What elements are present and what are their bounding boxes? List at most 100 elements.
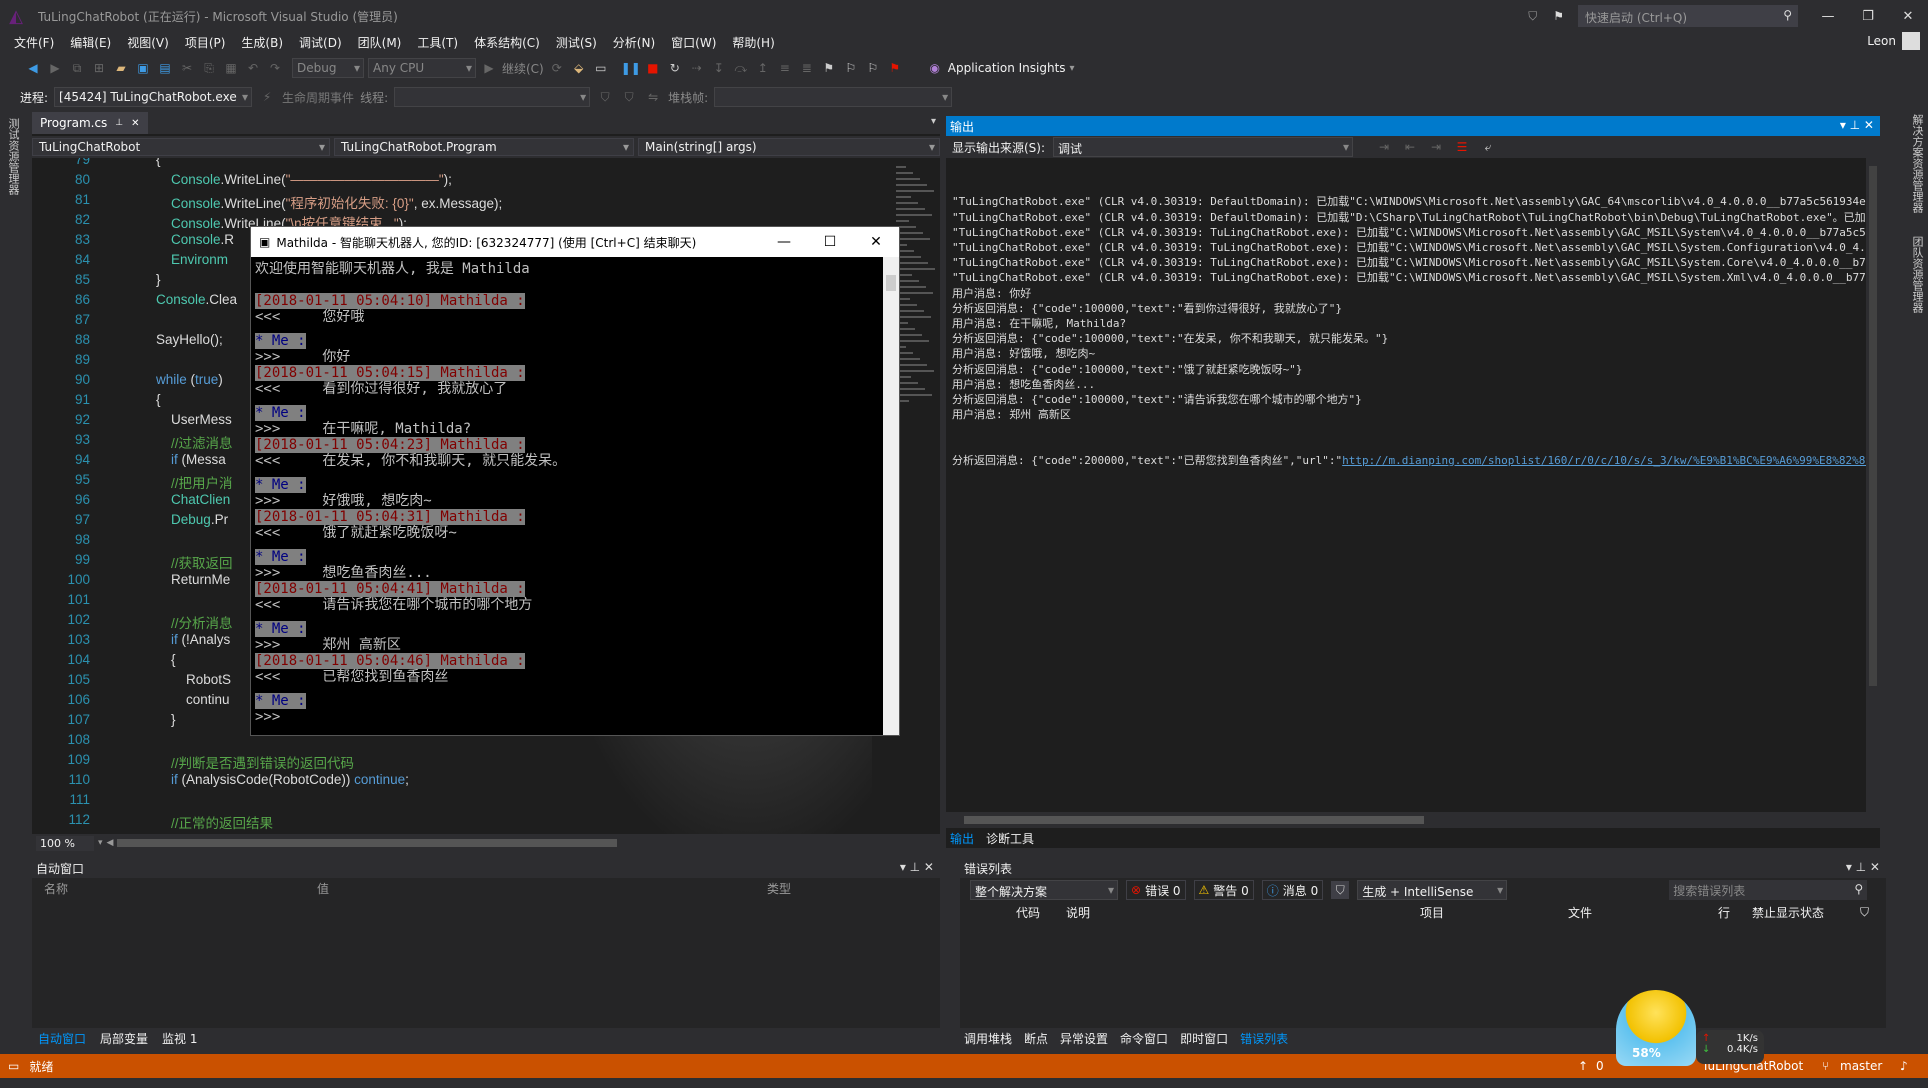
- project-nav-select[interactable]: TuLingChatRobot: [32, 138, 330, 156]
- tab-output[interactable]: 输出: [950, 830, 974, 847]
- undo-icon[interactable]: ↶: [244, 59, 262, 77]
- code-line[interactable]: Console.R: [156, 232, 234, 247]
- column-project[interactable]: 项目: [1420, 904, 1568, 921]
- tab-breakpoints[interactable]: 断点: [1024, 1030, 1048, 1047]
- solution-explorer-tab[interactable]: 解决方案资源管理器: [1909, 114, 1925, 213]
- pin-icon[interactable]: ⊥: [115, 118, 123, 128]
- output-text[interactable]: "TuLingChatRobot.exe" (CLR v4.0.30319: D…: [952, 164, 1867, 804]
- panel-controls[interactable]: ▾ ⊥ ✕: [1846, 860, 1880, 874]
- console-maximize-button[interactable]: ☐: [807, 227, 853, 257]
- pause-icon[interactable]: ❚❚: [621, 59, 641, 77]
- code-line[interactable]: continu: [156, 692, 230, 707]
- menu-tools[interactable]: 工具(T): [409, 34, 466, 51]
- application-insights-button[interactable]: Application Insights: [948, 61, 1066, 75]
- console-close-button[interactable]: ✕: [853, 227, 899, 257]
- code-line[interactable]: Console.WriteLine("程序初始化失败: {0}", ex.Mes…: [156, 192, 502, 212]
- code-line[interactable]: Environm: [156, 252, 228, 267]
- tab-error-list[interactable]: 错误列表: [1240, 1030, 1288, 1047]
- restart-icon[interactable]: ↻: [666, 59, 684, 77]
- column-value[interactable]: 值: [317, 880, 767, 897]
- team-explorer-tab[interactable]: 团队资源管理器: [1909, 236, 1925, 313]
- column-file[interactable]: 文件: [1568, 904, 1718, 921]
- save-all-icon[interactable]: ▤: [156, 59, 174, 77]
- continue-button[interactable]: 继续(C): [502, 60, 544, 77]
- step-into-icon[interactable]: ↧: [710, 59, 728, 77]
- scroll-left-icon[interactable]: ◀: [107, 838, 114, 848]
- error-list-header[interactable]: 错误列表 ▾ ⊥ ✕: [960, 858, 1886, 878]
- next-message-icon[interactable]: ⇥: [1427, 138, 1445, 156]
- code-line[interactable]: //判断是否遇到错误的返回代码: [156, 752, 354, 772]
- output-url-link[interactable]: http://m.dianping.com/shoplist/160/r/0/c…: [1342, 454, 1867, 467]
- class-nav-select[interactable]: TuLingChatRobot.Program: [334, 138, 634, 156]
- clear-all-icon[interactable]: ☰: [1453, 138, 1471, 156]
- branch-name[interactable]: master: [1840, 1059, 1882, 1073]
- code-line[interactable]: //把用户消: [156, 472, 233, 492]
- switch-icon[interactable]: ⇋: [644, 88, 662, 106]
- column-suppression[interactable]: 禁止显示状态: [1752, 904, 1852, 921]
- column-line[interactable]: 行: [1718, 904, 1752, 921]
- branch-icon[interactable]: ⑂: [1822, 1059, 1829, 1073]
- stop-icon[interactable]: ■: [644, 59, 662, 77]
- step-out-icon[interactable]: ↥: [754, 59, 772, 77]
- member-nav-select[interactable]: Main(string[] args): [638, 138, 940, 156]
- code-line[interactable]: //过滤消息: [156, 432, 233, 452]
- chevron-down-icon[interactable]: ▾: [98, 838, 103, 848]
- tab-program-cs[interactable]: Program.cs ⊥ ✕: [32, 112, 148, 134]
- bookmark-next-icon[interactable]: ⚐: [864, 59, 882, 77]
- editor-horizontal-scrollbar[interactable]: 100 % ▾ ◀: [32, 834, 940, 852]
- menu-architecture[interactable]: 体系结构(C): [466, 34, 548, 51]
- platform-select[interactable]: Any CPU: [368, 58, 476, 78]
- menu-debug[interactable]: 调试(D): [291, 34, 350, 51]
- forward-icon[interactable]: ▶: [46, 59, 64, 77]
- code-line[interactable]: //分析消息: [156, 612, 233, 632]
- solution-icon[interactable]: ⧉: [68, 59, 86, 77]
- code-line[interactable]: Debug.Pr: [156, 512, 228, 527]
- new-item-icon[interactable]: ⊞: [90, 59, 108, 77]
- tab-immediate-window[interactable]: 即时窗口: [1180, 1030, 1228, 1047]
- console-minimize-button[interactable]: —: [761, 227, 807, 257]
- code-line[interactable]: //获取返回: [156, 552, 233, 572]
- menu-team[interactable]: 团队(M): [350, 34, 410, 51]
- tab-watch-1[interactable]: 监视 1: [162, 1030, 197, 1047]
- menu-window[interactable]: 窗口(W): [663, 34, 724, 51]
- publish-icon[interactable]: ↑: [1578, 1059, 1588, 1073]
- user-name[interactable]: Leon: [1867, 34, 1896, 48]
- tab-diagnostic-tools[interactable]: 诊断工具: [986, 830, 1034, 847]
- tab-locals[interactable]: 局部变量: [100, 1030, 148, 1047]
- test-explorer-tab[interactable]: 测试资源管理器: [5, 118, 21, 195]
- lifecycle-events-button[interactable]: 生命周期事件: [282, 89, 354, 106]
- save-icon[interactable]: ▣: [134, 59, 152, 77]
- comment-icon[interactable]: ≡: [776, 59, 794, 77]
- code-line[interactable]: //正常的返回结果: [156, 812, 273, 832]
- filter-icon[interactable]: ⛉: [1528, 9, 1537, 24]
- panel-controls[interactable]: ▾ ⊥ ✕: [900, 860, 934, 874]
- column-code[interactable]: 代码: [1016, 904, 1066, 921]
- code-line[interactable]: UserMess: [156, 412, 232, 427]
- menu-analyze[interactable]: 分析(N): [605, 34, 663, 51]
- menu-build[interactable]: 生成(B): [233, 34, 291, 51]
- close-icon[interactable]: ✕: [131, 118, 139, 129]
- column-description[interactable]: 说明: [1066, 904, 1420, 921]
- filter-icon[interactable]: ⛉: [1860, 905, 1869, 920]
- redo-icon[interactable]: ↷: [266, 59, 284, 77]
- open-icon[interactable]: ▰: [112, 59, 130, 77]
- messages-filter-button[interactable]: ⓘ 消息 0: [1261, 880, 1324, 900]
- output-horizontal-scrollbar[interactable]: [946, 812, 1880, 828]
- code-line[interactable]: Console.Clea: [156, 292, 237, 307]
- network-monitor-gadget[interactable]: 58% ↑ 1K/s ↓ 0.4K/s: [1616, 990, 1766, 1070]
- bookmark-icon[interactable]: ⚑: [820, 59, 838, 77]
- console-title-bar[interactable]: ▣ Mathilda - 智能聊天机器人, 您的ID: [632324777] …: [251, 227, 899, 257]
- refresh-icon[interactable]: ⟳: [548, 59, 566, 77]
- filter-icon[interactable]: ⛉: [1331, 881, 1350, 899]
- console-window[interactable]: ▣ Mathilda - 智能聊天机器人, 您的ID: [632324777] …: [250, 226, 900, 736]
- continue-icon[interactable]: ▶: [480, 59, 498, 77]
- menu-view[interactable]: 视图(V): [119, 34, 177, 51]
- code-line[interactable]: RobotS: [156, 672, 231, 687]
- column-name[interactable]: 名称: [32, 880, 317, 897]
- console-output[interactable]: 欢迎使用智能聊天机器人, 我是 Mathilda [2018-01-11 05:…: [251, 257, 883, 737]
- menu-edit[interactable]: 编辑(E): [62, 34, 119, 51]
- user-avatar[interactable]: [1902, 32, 1920, 50]
- scroll-thumb[interactable]: [117, 839, 618, 847]
- tab-autos[interactable]: 自动窗口: [38, 1030, 86, 1047]
- flag-threads-icon[interactable]: ⛉: [620, 88, 638, 106]
